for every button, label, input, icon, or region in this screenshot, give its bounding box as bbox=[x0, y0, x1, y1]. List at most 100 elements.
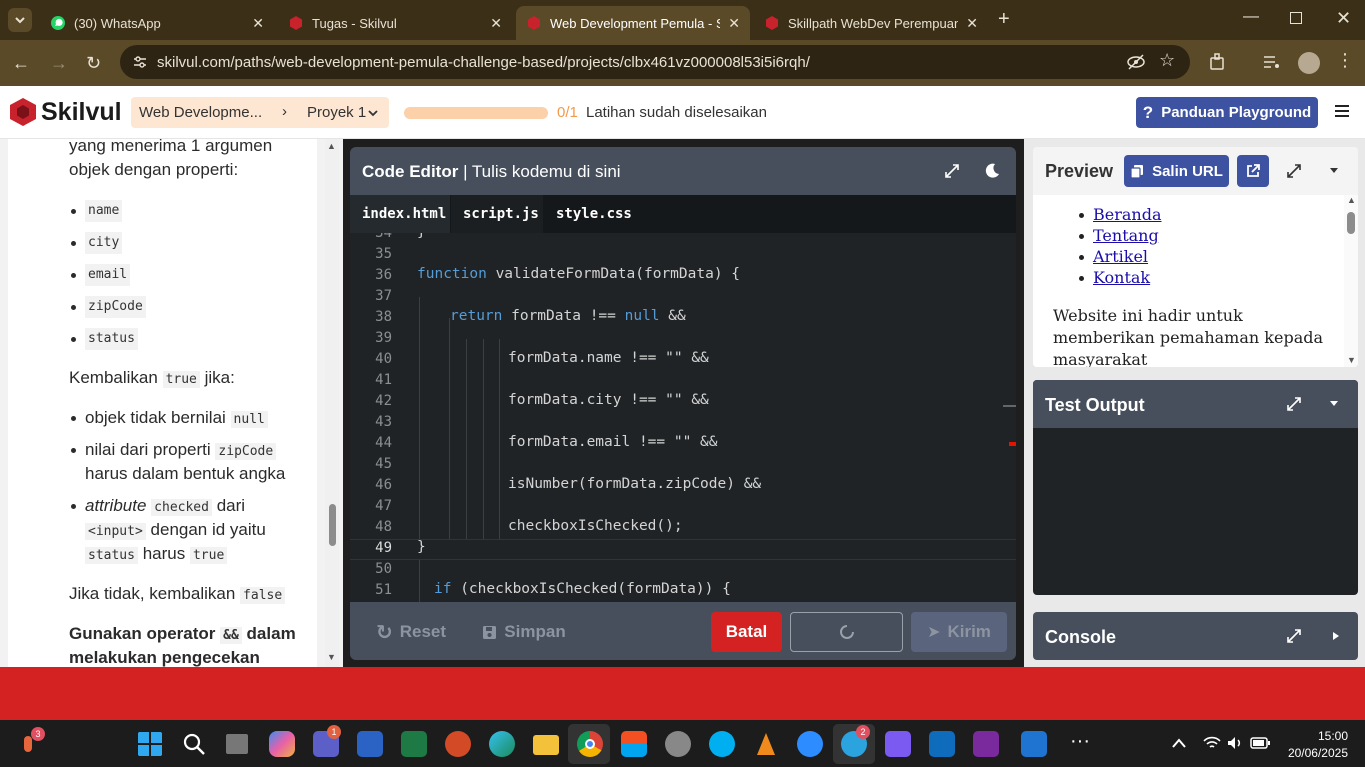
outlook-icon[interactable] bbox=[929, 731, 955, 757]
copilot-icon[interactable] bbox=[269, 731, 295, 757]
excel-icon[interactable] bbox=[401, 731, 427, 757]
file-explorer-icon[interactable] bbox=[533, 735, 559, 755]
close-icon[interactable]: ✕ bbox=[966, 15, 978, 32]
kebab-menu-icon[interactable]: ⋮ bbox=[1336, 50, 1354, 71]
wifi-icon[interactable] bbox=[1203, 736, 1221, 750]
preview-link-tentang[interactable]: Tentang bbox=[1093, 226, 1159, 245]
settings-icon[interactable] bbox=[665, 731, 691, 757]
clipchamp-icon[interactable] bbox=[885, 731, 911, 757]
onenote-icon[interactable] bbox=[973, 731, 999, 757]
save-button[interactable]: Simpan bbox=[474, 612, 574, 652]
search-icon[interactable] bbox=[181, 731, 207, 757]
close-icon[interactable]: ✕ bbox=[728, 15, 740, 32]
browser-tab-webdev[interactable]: Web Development Pemula - Sp ✕ bbox=[516, 6, 750, 40]
skilvul-logo-icon[interactable] bbox=[8, 97, 38, 127]
teams-icon[interactable]: 1 bbox=[313, 725, 341, 757]
media-player-icon[interactable] bbox=[1021, 731, 1047, 757]
open-new-window-button[interactable] bbox=[1237, 155, 1269, 187]
skype-icon[interactable] bbox=[709, 731, 735, 757]
breadcrumb-path[interactable]: Web Developme... bbox=[139, 104, 262, 121]
operator-note: Gunakan operator && dalam bbox=[69, 622, 296, 648]
bookmark-star-icon[interactable]: ☆ bbox=[1159, 50, 1175, 71]
browser-tab-tugas[interactable]: Tugas - Skilvul ✕ bbox=[278, 6, 512, 40]
reload-icon[interactable]: ↻ bbox=[86, 54, 101, 72]
preview-link-beranda[interactable]: Beranda bbox=[1093, 205, 1162, 224]
media-queue-icon[interactable] bbox=[1263, 54, 1281, 70]
instructions-scrollbar[interactable]: ▲ ▼ bbox=[325, 139, 339, 667]
submit-button[interactable]: ➤ Kirim bbox=[911, 612, 1007, 652]
minimize-icon[interactable]: — bbox=[1243, 8, 1259, 26]
expand-icon[interactable] bbox=[944, 163, 960, 179]
scroll-up-icon[interactable]: ▲ bbox=[327, 141, 336, 151]
preview-frame[interactable]: Beranda Tentang Artikel Kontak Website i… bbox=[1033, 195, 1358, 367]
dark-mode-icon[interactable] bbox=[983, 162, 1001, 180]
close-window-icon[interactable]: ✕ bbox=[1336, 8, 1351, 29]
cancel-button[interactable]: Batal bbox=[711, 612, 782, 652]
eye-off-icon[interactable] bbox=[1126, 53, 1146, 71]
run-loading-button[interactable] bbox=[790, 612, 903, 652]
else-text: Jika tidak, kembalikan bbox=[69, 584, 236, 603]
chevron-down-icon[interactable] bbox=[367, 107, 379, 119]
chevron-up-icon[interactable] bbox=[1171, 736, 1187, 750]
clock-date[interactable]: 20/06/2025 bbox=[1280, 746, 1348, 760]
hamburger-menu-icon[interactable] bbox=[1333, 102, 1351, 120]
chevron-right-icon[interactable] bbox=[1330, 630, 1342, 642]
condition-item: nilai dari properti zipCode bbox=[85, 438, 277, 464]
skilvul-favicon-icon bbox=[290, 16, 302, 30]
logo-text[interactable]: Skilvul bbox=[41, 98, 122, 127]
volume-icon[interactable] bbox=[1227, 736, 1243, 750]
extensions-icon[interactable] bbox=[1209, 53, 1227, 71]
note-text: Gunakan operator bbox=[69, 624, 216, 643]
tab-title: (30) WhatsApp bbox=[74, 15, 161, 31]
close-icon[interactable]: ✕ bbox=[490, 15, 502, 32]
copy-url-button[interactable]: Salin URL bbox=[1124, 155, 1229, 187]
forward-icon[interactable]: → bbox=[50, 54, 68, 72]
address-bar[interactable]: skilvul.com/paths/web-development-pemula… bbox=[120, 45, 1190, 79]
tab-search-button[interactable] bbox=[8, 8, 32, 32]
new-tab-icon[interactable]: + bbox=[998, 8, 1010, 31]
breadcrumb-project[interactable]: Proyek 1 bbox=[307, 104, 366, 121]
chevron-down-icon[interactable] bbox=[1328, 398, 1340, 410]
browser-tab-skillpath[interactable]: Skillpath WebDev Perempuan In ✕ bbox=[754, 6, 988, 40]
windows-start-icon[interactable] bbox=[137, 731, 163, 757]
zoom-icon[interactable] bbox=[797, 731, 823, 757]
expand-icon[interactable] bbox=[1286, 163, 1302, 179]
more-apps-icon[interactable]: ··· bbox=[1070, 730, 1090, 753]
scrollbar-thumb[interactable] bbox=[329, 504, 336, 546]
word-icon[interactable] bbox=[357, 731, 383, 757]
browser-tab-whatsapp[interactable]: (30) WhatsApp ✕ bbox=[40, 6, 274, 40]
reset-button[interactable]: ↻ Reset bbox=[366, 612, 456, 652]
scroll-down-icon[interactable]: ▼ bbox=[1347, 355, 1356, 365]
vlc-icon[interactable] bbox=[753, 731, 779, 757]
weather-widget[interactable]: 3 bbox=[20, 727, 45, 754]
guide-playground-button[interactable]: ? Panduan Playground bbox=[1136, 97, 1318, 128]
tab-index-html[interactable]: index.html bbox=[350, 195, 450, 233]
preview-scrollbar[interactable]: ▲ ▼ bbox=[1344, 195, 1358, 367]
chevron-down-icon[interactable] bbox=[1328, 165, 1340, 177]
preview-link-kontak[interactable]: Kontak bbox=[1093, 268, 1150, 287]
store-icon[interactable] bbox=[621, 731, 647, 757]
scroll-down-icon[interactable]: ▼ bbox=[327, 652, 336, 662]
back-icon[interactable]: ← bbox=[12, 54, 30, 72]
edge-icon[interactable] bbox=[489, 731, 515, 757]
profile-avatar[interactable] bbox=[1298, 52, 1320, 74]
code-line: if (checkboxIsChecked(formData)) { bbox=[434, 581, 731, 597]
preview-link-artikel[interactable]: Artikel bbox=[1093, 247, 1148, 266]
tab-style-css[interactable]: style.css bbox=[544, 195, 636, 233]
task-view-icon[interactable] bbox=[226, 734, 248, 754]
site-settings-icon[interactable] bbox=[132, 54, 148, 70]
scrollbar-thumb[interactable] bbox=[1347, 212, 1355, 234]
close-icon[interactable]: ✕ bbox=[252, 15, 264, 32]
code-area[interactable]: 34} 35 36 function validateFormData(formDat… bbox=[350, 233, 1016, 602]
expand-icon[interactable] bbox=[1286, 396, 1302, 412]
expand-icon[interactable] bbox=[1286, 628, 1302, 644]
maximize-icon[interactable] bbox=[1290, 12, 1302, 24]
condition-text: harus bbox=[142, 544, 186, 563]
telegram-icon[interactable]: 2 bbox=[841, 725, 870, 757]
battery-icon[interactable] bbox=[1250, 737, 1270, 749]
scroll-up-icon[interactable]: ▲ bbox=[1347, 195, 1356, 205]
tab-script-js[interactable]: script.js bbox=[451, 195, 543, 233]
chrome-icon[interactable] bbox=[577, 731, 603, 757]
powerpoint-icon[interactable] bbox=[445, 731, 471, 757]
clock-time[interactable]: 15:00 bbox=[1300, 729, 1348, 743]
